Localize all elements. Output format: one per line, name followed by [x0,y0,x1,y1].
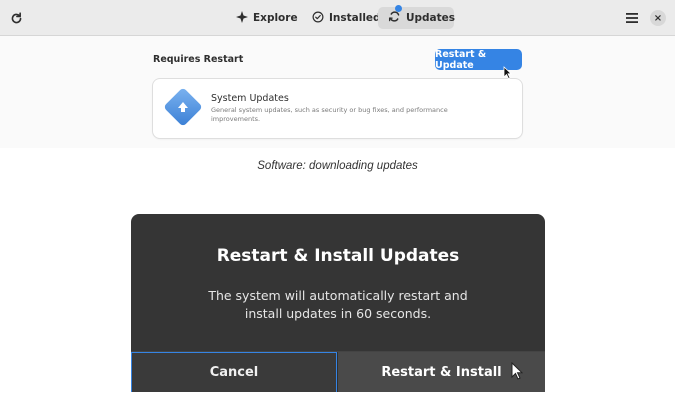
caption-top: Software: downloading updates [257,160,418,172]
mouse-cursor-icon [511,361,524,384]
card-title: System Updates [211,93,289,104]
header-bar: Explore Installed Updates × [0,0,675,36]
check-circle-icon [312,11,324,26]
star-icon [236,10,248,26]
dialog-button-row: Cancel Restart & Install [131,351,545,392]
dialog-body: The system will automatically restart an… [208,288,468,321]
cancel-button[interactable]: Cancel [131,352,337,392]
tab-installed-label: Installed [329,12,381,24]
tab-explore-label: Explore [253,12,298,24]
mouse-cursor-icon [503,64,513,83]
close-icon[interactable]: × [650,10,666,26]
tab-updates-label: Updates [406,12,456,24]
restart-dialog: Restart & Install Updates The system wil… [131,214,545,392]
refresh-icon[interactable] [6,8,26,28]
system-updates-card[interactable]: System Updates General system updates, s… [153,79,522,138]
menu-icon[interactable] [622,8,642,28]
updates-sync-icon [388,5,402,26]
update-count-badge [395,5,402,12]
software-window: Explore Installed Updates × Requires Res… [0,0,675,148]
tab-explore[interactable]: Explore [226,7,308,29]
up-arrow-icon [175,95,191,119]
tab-updates[interactable]: Updates [378,5,456,29]
card-description: General system updates, such as security… [211,106,448,123]
dialog-title: Restart & Install Updates [216,246,460,266]
section-title: Requires Restart [153,54,244,65]
